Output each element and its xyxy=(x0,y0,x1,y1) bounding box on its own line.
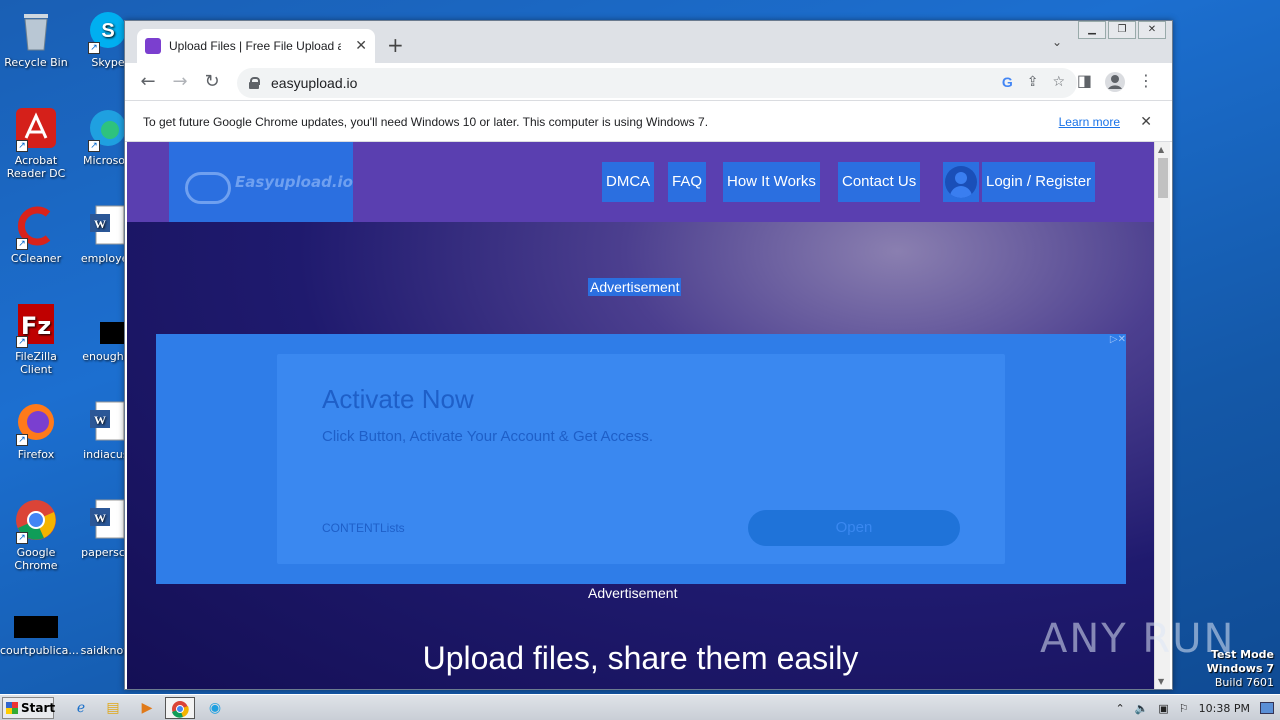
chrome-icon: ↗ xyxy=(14,498,58,544)
desktop-icon-label: Google Chrome xyxy=(14,546,58,572)
adchoices-close-icon[interactable]: ▷✕ xyxy=(1096,334,1126,350)
ad-card[interactable]: Activate Now Click Button, Activate Your… xyxy=(277,354,1005,564)
page-content: Easyupload.io DMCA FAQ How It Works Cont… xyxy=(127,142,1154,689)
site-logo[interactable]: Easyupload.io xyxy=(169,142,353,222)
advertisement-banner[interactable]: ▷✕ Activate Now Click Button, Activate Y… xyxy=(156,334,1126,584)
scroll-up-icon[interactable]: ▲ xyxy=(1158,145,1164,154)
taskbar: Start ℯ ▤ ▶ ◉ ⌃ 🔈 ▣ ⚐ 10:38 PM xyxy=(0,694,1280,720)
recycle-bin-icon xyxy=(14,8,58,52)
bookmark-star-icon[interactable]: ☆ xyxy=(1052,74,1065,90)
windows-flag-icon xyxy=(6,702,18,714)
ad-footer: CONTENTLists xyxy=(322,521,405,535)
restore-button[interactable]: ❐ xyxy=(1108,21,1136,39)
internet-explorer-icon[interactable]: ℯ xyxy=(66,697,96,719)
back-arrow-icon[interactable]: ← xyxy=(137,71,159,92)
side-panel-icon[interactable]: ◨ xyxy=(1077,71,1092,90)
share-icon[interactable]: ⇪ xyxy=(1027,74,1039,90)
learn-more-link[interactable]: Learn more xyxy=(1059,115,1120,129)
user-avatar-icon[interactable] xyxy=(943,162,979,202)
test-mode-line-1: Test Mode xyxy=(1211,648,1274,661)
file-icon xyxy=(14,596,60,640)
taskbar-edge-icon[interactable]: ◉ xyxy=(200,697,230,719)
profile-avatar-icon[interactable] xyxy=(1104,71,1126,97)
reload-icon[interactable]: ↻ xyxy=(201,71,223,92)
clock[interactable]: 10:38 PM xyxy=(1199,702,1250,715)
nav-login-register[interactable]: Login / Register xyxy=(982,162,1096,202)
lock-icon[interactable] xyxy=(249,77,260,89)
test-mode-notice: Test Mode Windows 7 Build 7601 xyxy=(1207,648,1274,690)
browser-tab[interactable]: Upload Files | Free File Upload and T ✕ xyxy=(137,29,375,63)
hero-heading: Upload files, share them easily xyxy=(422,640,859,676)
browser-window: Upload Files | Free File Upload and T ✕ … xyxy=(124,20,1173,690)
scrollbar-thumb[interactable] xyxy=(1158,158,1168,198)
start-label: Start xyxy=(21,701,56,715)
tab-strip: Upload Files | Free File Upload and T ✕ … xyxy=(125,21,1172,63)
tab-title: Upload Files | Free File Upload and T xyxy=(169,39,341,53)
tab-close-icon[interactable]: ✕ xyxy=(355,38,367,54)
site-header: Easyupload.io DMCA FAQ How It Works Cont… xyxy=(127,142,1154,222)
filezilla-icon: Fz ↗ xyxy=(14,302,58,348)
desktop-icon-chrome[interactable]: ↗ Google Chrome xyxy=(0,498,72,572)
scroll-down-icon[interactable]: ▼ xyxy=(1158,677,1164,686)
acrobat-icon: ↗ xyxy=(14,106,58,152)
menu-kebab-icon[interactable]: ⋮ xyxy=(1138,71,1154,90)
infobar-close-icon[interactable]: ✕ xyxy=(1140,114,1152,130)
address-bar[interactable]: easyupload.io G ⇪ ☆ xyxy=(237,68,1077,98)
firefox-icon: ↗ xyxy=(14,400,58,446)
cloud-logo-icon xyxy=(179,162,232,204)
ad-open-button[interactable]: Open xyxy=(748,510,960,546)
nav-faq[interactable]: FAQ xyxy=(668,162,707,202)
desktop-icon-label: courtpublica... xyxy=(0,644,79,657)
ad-subtext: Click Button, Activate Your Account & Ge… xyxy=(322,428,654,445)
forward-arrow-icon[interactable]: → xyxy=(169,71,191,92)
action-center-flag-icon[interactable]: ⚐ xyxy=(1179,702,1189,715)
update-infobar: To get future Google Chrome updates, you… xyxy=(125,102,1172,142)
test-mode-line-2: Windows 7 xyxy=(1206,662,1274,675)
svg-text:S: S xyxy=(101,20,114,42)
desktop-icon-label: Recycle Bin xyxy=(4,56,68,69)
nav-contact-us[interactable]: Contact Us xyxy=(838,162,921,202)
page-scrollbar[interactable]: ▲ ▼ xyxy=(1154,142,1170,689)
desktop-icon-label: FileZilla Client xyxy=(15,350,57,376)
window-close-button[interactable]: ✕ xyxy=(1138,21,1166,39)
desktop-icon-filezilla[interactable]: Fz ↗ FileZilla Client xyxy=(0,302,72,376)
advertisement-label-bottom: Advertisement xyxy=(588,585,678,601)
desktop-icon-firefox[interactable]: ↗ Firefox xyxy=(0,400,72,461)
show-desktop-icon[interactable] xyxy=(1260,702,1274,714)
desktop-icon-label: CCleaner xyxy=(10,252,62,265)
media-player-icon[interactable]: ▶ xyxy=(132,697,162,719)
new-tab-button[interactable]: + xyxy=(387,33,404,57)
infobar-message: To get future Google Chrome updates, you… xyxy=(143,114,709,129)
nav-dmca[interactable]: DMCA xyxy=(602,162,655,202)
network-icon[interactable]: ▣ xyxy=(1158,702,1168,715)
system-tray: ⌃ 🔈 ▣ ⚐ 10:38 PM xyxy=(1109,695,1280,720)
easyupload-favicon-icon xyxy=(145,38,161,54)
start-button[interactable]: Start xyxy=(2,697,56,719)
svg-text:W: W xyxy=(94,217,106,231)
svg-text:W: W xyxy=(94,413,106,427)
browser-toolbar: ← → ↻ easyupload.io G ⇪ ☆ ◨ ⋮ xyxy=(125,63,1172,101)
ccleaner-icon: ↗ xyxy=(14,204,58,250)
tab-search-chevron-icon[interactable]: ⌄ xyxy=(1052,35,1062,49)
volume-icon[interactable]: 🔈 xyxy=(1135,702,1149,715)
svg-text:W: W xyxy=(94,511,106,525)
brand-name: Easyupload.io xyxy=(235,173,353,191)
url-text[interactable]: easyupload.io xyxy=(271,75,357,91)
file-explorer-icon[interactable]: ▤ xyxy=(98,697,128,719)
desktop-icon-ccleaner[interactable]: ↗ CCleaner xyxy=(0,204,72,265)
desktop-icon-acrobat[interactable]: ↗ Acrobat Reader DC xyxy=(0,106,72,180)
desktop-icon-courtpublica[interactable]: courtpublica... xyxy=(0,596,79,657)
ad-headline: Activate Now xyxy=(322,384,474,414)
desktop-icon-label: Acrobat Reader DC xyxy=(6,154,66,180)
desktop-icon-label: Firefox xyxy=(17,448,55,461)
advertisement-label-top: Advertisement xyxy=(588,278,682,296)
taskbar-chrome-icon[interactable] xyxy=(165,697,195,719)
test-mode-line-3: Build 7601 xyxy=(1214,676,1274,689)
google-lens-icon[interactable]: G xyxy=(1002,74,1013,90)
minimize-button[interactable]: ▁ xyxy=(1078,21,1106,39)
nav-how-it-works[interactable]: How It Works xyxy=(723,162,820,202)
tray-expand-icon[interactable]: ⌃ xyxy=(1115,702,1124,715)
desktop-icon-recycle-bin[interactable]: Recycle Bin xyxy=(0,8,72,69)
